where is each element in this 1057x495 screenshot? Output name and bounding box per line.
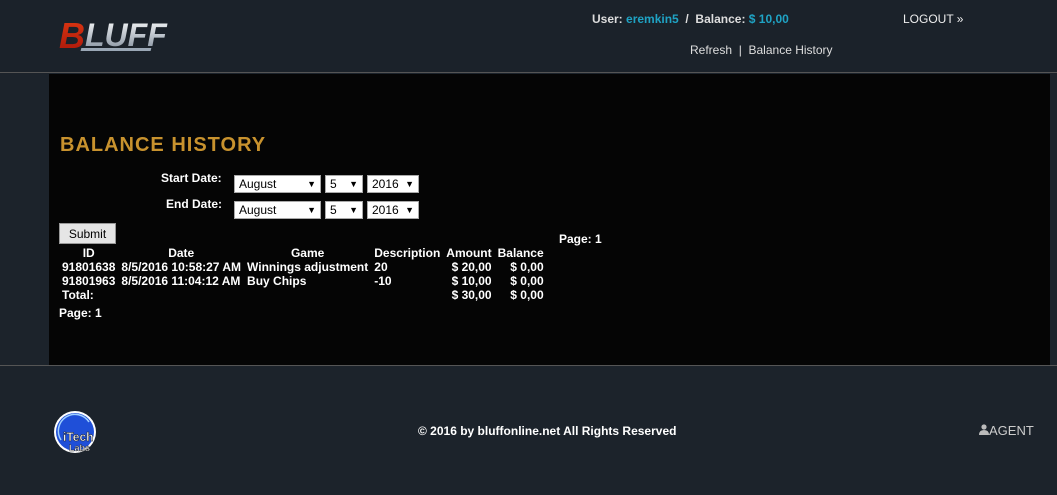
start-date-label: Start Date: — [161, 171, 222, 185]
logout-link[interactable]: LOGOUT » — [903, 12, 963, 26]
end-year-select[interactable]: 2016 ▼ — [367, 201, 419, 219]
page-indicator-top: Page: 1 — [559, 232, 602, 246]
footer: iTech Labs © 2016 by bluffonline.net All… — [0, 365, 1057, 495]
table-total-row: Total: $ 30,00 $ 0,00 — [62, 288, 544, 302]
user-icon — [979, 424, 989, 435]
itech-labs-logo: iTech Labs — [54, 411, 96, 453]
header-links: Refresh | Balance History — [690, 43, 833, 57]
start-year-select[interactable]: 2016 ▼ — [367, 175, 419, 193]
balance-history-link[interactable]: Balance History — [749, 43, 833, 57]
user-info: User: eremkin5 / Balance: $ 10,00 — [592, 12, 789, 26]
main-content: BALANCE HISTORY Start Date: August ▼ 5 ▼ 2… — [49, 74, 1050, 365]
start-day-select[interactable]: 5 ▼ — [325, 175, 363, 193]
bluff-logo[interactable]: B LUFF — [55, 12, 180, 56]
page-indicator-bottom: Page: 1 — [59, 306, 102, 320]
refresh-link[interactable]: Refresh — [690, 43, 732, 57]
start-month-select[interactable]: August ▼ — [234, 175, 321, 193]
username: eremkin5 — [626, 12, 679, 26]
end-date-label: End Date: — [166, 197, 223, 211]
balance-history-table: ID Date Game Description Amount Balance … — [59, 246, 547, 302]
page-title: BALANCE HISTORY — [60, 134, 267, 156]
table-row: 91801638 8/5/2016 10:58:27 AM Winnings a… — [62, 260, 544, 274]
svg-text:iTech: iTech — [63, 430, 93, 444]
copyright-text: © 2016 by bluffonline.net All Rights Res… — [418, 424, 677, 438]
table-header: ID Date Game Description Amount Balance — [82, 246, 544, 260]
balance-value: $ 10,00 — [748, 12, 789, 26]
svg-text:LUFF: LUFF — [85, 17, 168, 53]
table-row: 91801963 8/5/2016 11:04:12 AM Buy Chips … — [62, 274, 544, 288]
header: B LUFF User: eremkin5 / Balance: $ 10,00… — [0, 0, 1057, 73]
svg-text:Labs: Labs — [69, 443, 90, 453]
end-month-select[interactable]: August ▼ — [234, 201, 321, 219]
agent-link[interactable]: AGENT — [979, 423, 1034, 438]
end-day-select[interactable]: 5 ▼ — [325, 201, 363, 219]
submit-button[interactable]: Submit — [59, 223, 116, 244]
